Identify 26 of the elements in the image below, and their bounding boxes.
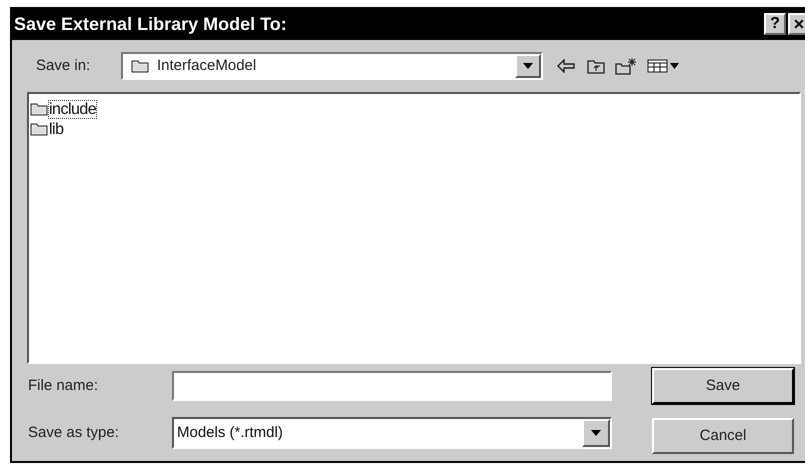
back-icon[interactable] <box>557 59 575 73</box>
save-as-type-dropdown[interactable]: Models (*.rtmdl) <box>172 417 612 449</box>
folder-icon <box>30 122 48 136</box>
close-button[interactable]: × <box>788 13 805 35</box>
dropdown-button[interactable] <box>515 54 541 78</box>
folder-icon <box>131 59 149 73</box>
save-in-label: Save in: <box>36 56 92 76</box>
save-as-type-label: Save as type: <box>28 422 120 443</box>
up-folder-icon[interactable] <box>587 58 605 74</box>
window-title: Save External Library Model To: <box>14 12 288 36</box>
save-in-value: InterfaceModel <box>157 56 258 76</box>
dropdown-button[interactable] <box>582 419 610 447</box>
view-menu-icon[interactable] <box>647 59 679 73</box>
save-in-dropdown[interactable]: InterfaceModel <box>121 52 543 80</box>
new-folder-icon[interactable] <box>615 57 637 75</box>
caret-icon <box>591 430 601 436</box>
folder-item[interactable]: include <box>48 100 98 118</box>
save-as-type-value: Models (*.rtmdl) <box>176 422 284 443</box>
caret-icon <box>523 63 533 69</box>
folder-item[interactable]: lib <box>48 120 65 138</box>
file-name-field[interactable] <box>172 371 612 401</box>
save-button[interactable]: Save <box>652 368 794 404</box>
file-name-label: File name: <box>28 376 100 396</box>
folder-icon <box>30 102 48 116</box>
cancel-button[interactable]: Cancel <box>652 418 794 454</box>
help-button[interactable]: ? <box>764 13 786 35</box>
